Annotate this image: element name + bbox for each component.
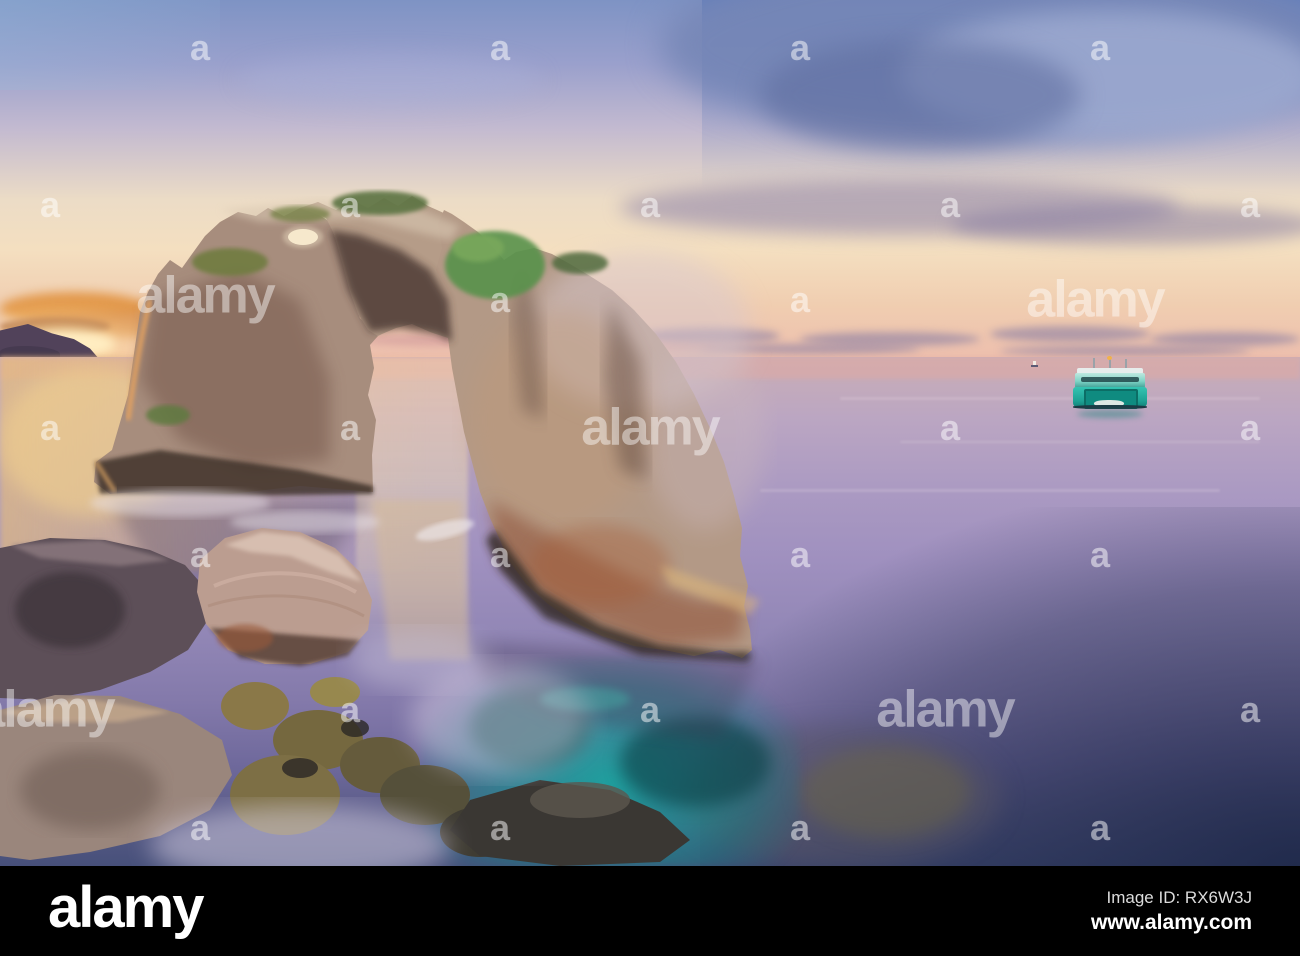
alamy-logo: alamy [48,875,204,940]
boat-windows [1081,377,1139,382]
boat [1071,356,1149,418]
rock-arch-illustration [0,191,765,866]
boat-waterline [1073,405,1147,409]
photo: alamyalamyalamyalamyalamyaaaaaaaaaaaaaaa… [0,0,1300,866]
bar-right-block: Image ID: RX6W3J www.alamy.com [1091,888,1252,935]
distant-boat-hull [1031,365,1038,367]
image-id-label: Image ID: RX6W3J [1106,887,1253,907]
distant-boat [1031,361,1038,367]
arch-window-glow [283,226,323,248]
bottom-bar: alamy Image ID: RX6W3J www.alamy.com [0,866,1300,956]
boat-reflection [1077,410,1143,418]
boat-light [1107,356,1112,360]
alamy-url: www.alamy.com [1090,910,1252,934]
stock-photo-page: { "branding": { "logo_text": "alamy", "i… [0,0,1300,956]
